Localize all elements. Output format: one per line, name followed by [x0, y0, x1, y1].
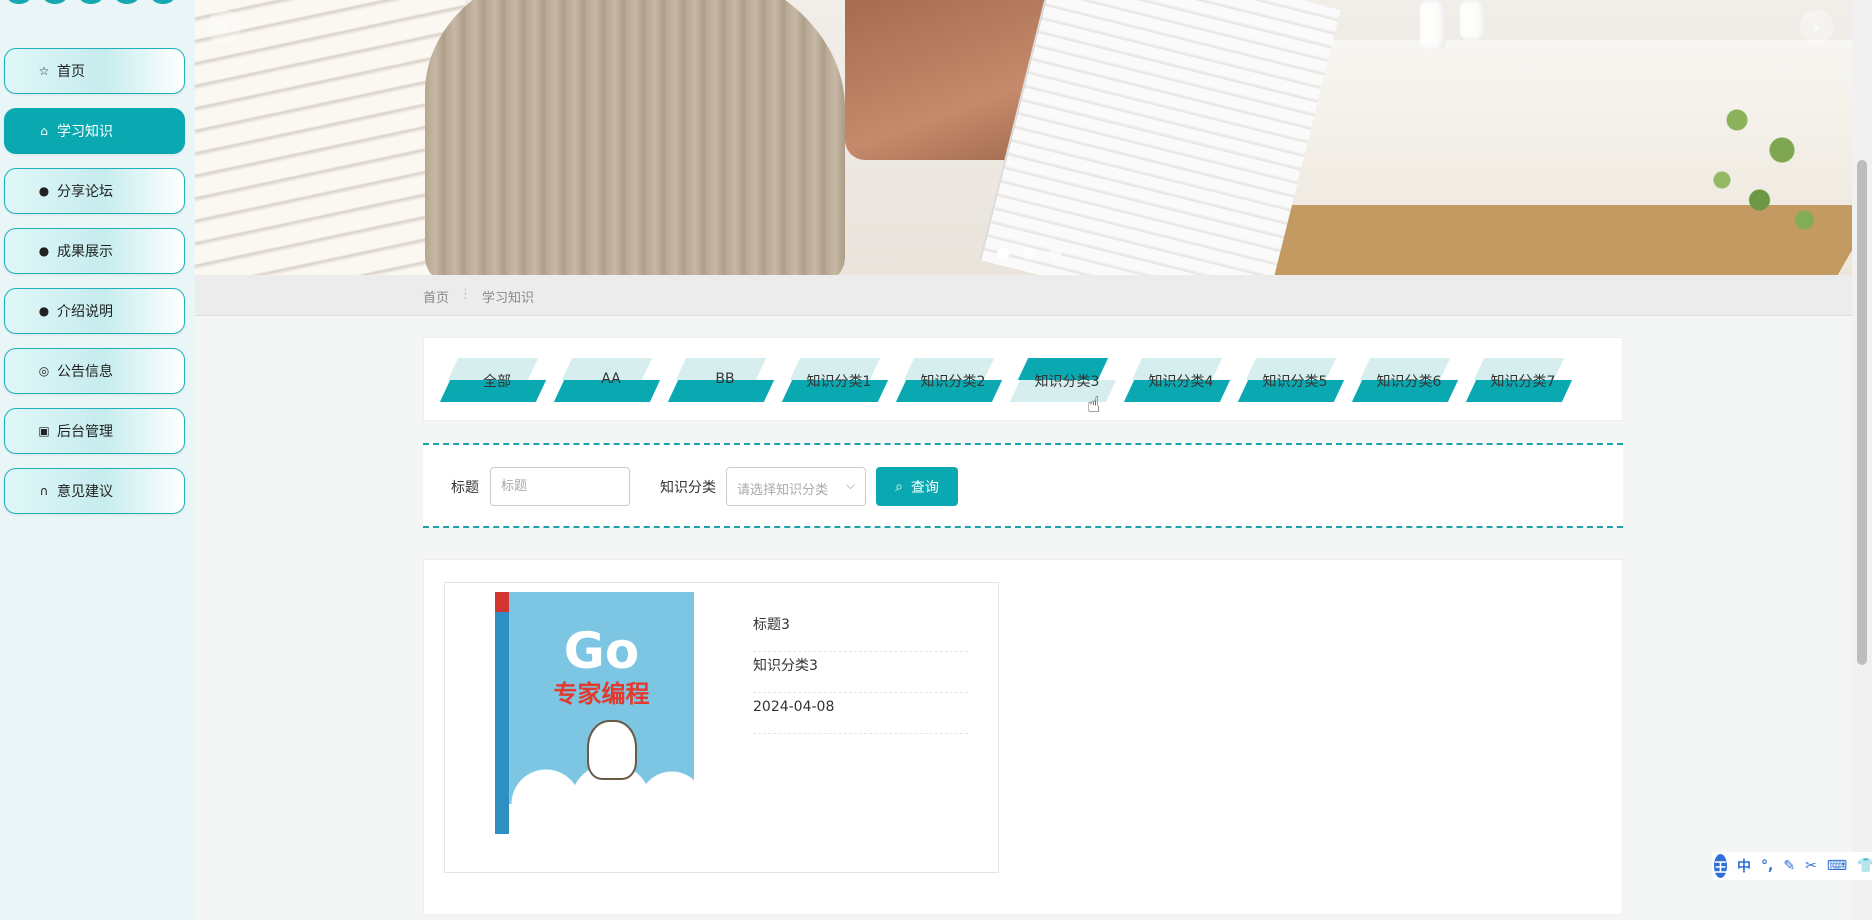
search-button[interactable]: ⌕ 查询 — [876, 467, 958, 506]
banner-jar — [1460, 0, 1486, 40]
question-icon: ● — [38, 244, 50, 258]
search-form: 标题 知识分类 请选择知识分类 ⌵ ⌕ 查询 — [423, 443, 1623, 528]
category-tab-all[interactable]: 全部 — [445, 358, 549, 404]
category-tab-bb[interactable]: BB — [673, 358, 777, 404]
cover-spine — [495, 592, 509, 834]
category-select[interactable]: 请选择知识分类 ⌵ — [726, 467, 866, 506]
chevron-left-icon: ‹ — [220, 16, 228, 38]
page-scrollbar[interactable] — [1852, 0, 1872, 920]
breadcrumb-separator: ⋮ — [459, 287, 473, 302]
knowledge-card[interactable]: Go 专家编程 标题3 知识分类3 2024-04-08 — [444, 582, 999, 873]
category-filter: 全部 AA BB 知识分类1 知识分类2 知识分类3 知识分类4 知识分类5 知… — [423, 337, 1623, 421]
sidebar-item-study-knowledge[interactable]: ⌂ 学习知识 — [4, 108, 185, 154]
sidebar-item-label: 意见建议 — [57, 484, 113, 500]
banner-prev-button[interactable]: ‹ — [207, 10, 241, 44]
book-cover-image: Go 专家编程 — [495, 592, 694, 834]
sidebar-item-introduction[interactable]: ● 介绍说明 — [4, 288, 185, 334]
target-icon: ◎ — [38, 364, 50, 378]
category-tab-1[interactable]: 知识分类1 — [787, 358, 891, 404]
ime-logo-icon[interactable]: 王 — [1714, 854, 1728, 878]
breadcrumb-home[interactable]: 首页 — [423, 287, 449, 306]
sidebar-nav: ☆ 首页 ⌂ 学习知识 ● 分享论坛 ● 成果展示 ● 介绍说明 ◎ 公告信息 … — [4, 48, 185, 528]
briefcase-icon: ▣ — [38, 424, 50, 438]
sidebar-item-label: 首页 — [57, 64, 85, 80]
category-tab-3[interactable]: 知识分类3 — [1015, 358, 1119, 404]
info-icon: ● — [38, 304, 50, 318]
banner-plant — [1692, 60, 1842, 260]
search-button-label: 查询 — [910, 479, 939, 496]
card-title: 标题3 — [753, 611, 968, 652]
sidebar-item-forum[interactable]: ● 分享论坛 — [4, 168, 185, 214]
sidebar-item-label: 成果展示 — [57, 244, 113, 260]
keyboard-icon[interactable]: ⌨ — [1827, 858, 1847, 874]
bag-icon: ⌂ — [40, 124, 48, 138]
cover-footer — [509, 804, 694, 834]
sidebar-item-label: 学习知识 — [57, 124, 113, 140]
banner-indicators — [997, 248, 1061, 260]
scissors-icon[interactable]: ✂ — [1805, 858, 1817, 874]
gopher-mascot-icon — [587, 720, 637, 780]
sidebar-item-label: 分享论坛 — [57, 184, 113, 200]
banner-dot[interactable] — [1023, 248, 1035, 260]
banner-dot[interactable] — [1049, 248, 1061, 260]
results-panel: Go 专家编程 标题3 知识分类3 2024-04-08 — [423, 559, 1623, 915]
punctuation-icon[interactable]: °, — [1761, 858, 1773, 874]
star-icon: ☆ — [38, 64, 50, 78]
breadcrumb: 首页 ⋮ 学习知识 — [423, 287, 534, 306]
sidebar-top-decoration — [6, 0, 176, 4]
headset-icon: ∩ — [39, 484, 49, 498]
banner-person — [425, 0, 845, 275]
sidebar-item-label: 公告信息 — [57, 364, 113, 380]
hand-cursor-icon: ☝ — [1087, 393, 1101, 418]
alert-icon: ● — [38, 184, 50, 198]
banner-jar — [1420, 0, 1446, 50]
category-tab-aa[interactable]: AA — [559, 358, 663, 404]
card-info: 标题3 知识分类3 2024-04-08 — [753, 611, 968, 734]
sidebar-item-label: 后台管理 — [57, 424, 113, 440]
ime-toolbar: 王 中 °, ✎ ✂ ⌨ 👕 — [1712, 852, 1872, 880]
chevron-down-icon: ⌵ — [845, 478, 855, 492]
cover-subtitle: 专家编程 — [553, 680, 650, 708]
sidebar-item-feedback[interactable]: ∩ 意见建议 — [4, 468, 185, 514]
sidebar-item-label: 介绍说明 — [57, 304, 113, 320]
title-label: 标题 — [451, 480, 479, 496]
category-tab-7[interactable]: 知识分类7 — [1471, 358, 1575, 404]
sidebar: ☆ 首页 ⌂ 学习知识 ● 分享论坛 ● 成果展示 ● 介绍说明 ◎ 公告信息 … — [0, 0, 195, 920]
skin-icon[interactable]: 👕 — [1857, 858, 1872, 874]
card-date: 2024-04-08 — [753, 693, 968, 734]
scrollbar-thumb[interactable] — [1857, 160, 1867, 665]
cover-spine-accent — [495, 592, 509, 612]
category-tab-6[interactable]: 知识分类6 — [1357, 358, 1461, 404]
banner-dot[interactable] — [997, 248, 1009, 260]
category-tab-4[interactable]: 知识分类4 — [1129, 358, 1233, 404]
search-icon: ⌕ — [895, 478, 903, 495]
banner-carousel: ‹ › — [195, 0, 1852, 275]
ime-mode-toggle[interactable]: 中 — [1737, 856, 1751, 876]
sidebar-item-achievements[interactable]: ● 成果展示 — [4, 228, 185, 274]
category-tab-2[interactable]: 知识分类2 — [901, 358, 1005, 404]
breadcrumb-current: 学习知识 — [482, 291, 535, 306]
card-category: 知识分类3 — [753, 652, 968, 693]
pen-icon[interactable]: ✎ — [1783, 858, 1795, 874]
category-select-placeholder: 请选择知识分类 — [737, 483, 829, 498]
category-label: 知识分类 — [660, 480, 716, 496]
breadcrumb-bar: 首页 ⋮ 学习知识 — [195, 275, 1852, 316]
title-input[interactable] — [490, 467, 630, 506]
sidebar-item-home[interactable]: ☆ 首页 — [4, 48, 185, 94]
sidebar-item-announcements[interactable]: ◎ 公告信息 — [4, 348, 185, 394]
chevron-right-icon: › — [1813, 16, 1821, 38]
category-tab-5[interactable]: 知识分类5 — [1243, 358, 1347, 404]
sidebar-item-admin[interactable]: ▣ 后台管理 — [4, 408, 185, 454]
banner-next-button[interactable]: › — [1800, 10, 1834, 44]
cover-title: Go — [563, 622, 640, 680]
